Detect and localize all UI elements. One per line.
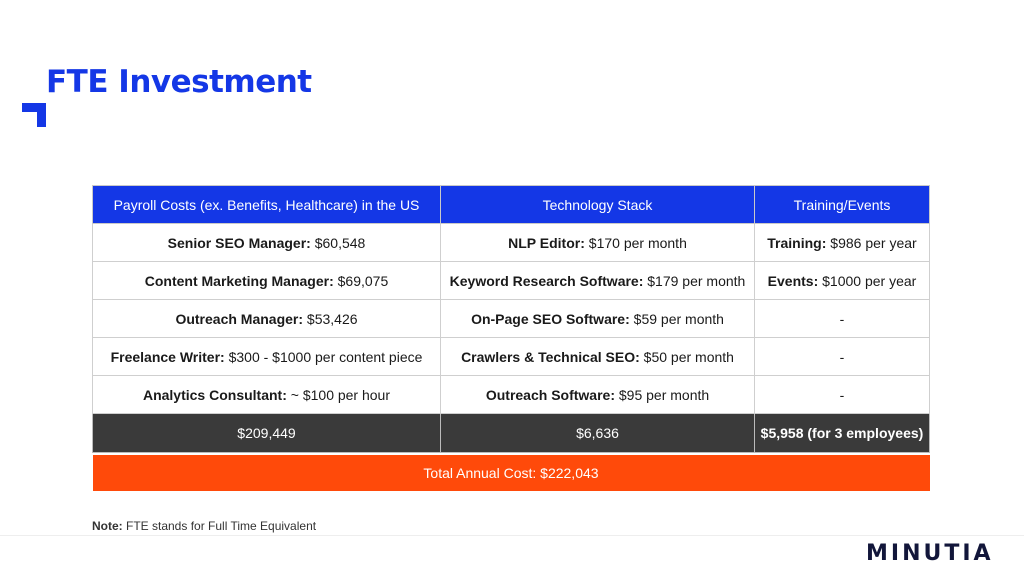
table-cell: NLP Editor: $170 per month (440, 223, 755, 262)
table-cell: Content Marketing Manager: $69,075 (92, 261, 441, 300)
table-cell: Freelance Writer: $300 - $1000 per conte… (92, 337, 441, 376)
table-cell: Analytics Consultant: ~ $100 per hour (92, 375, 441, 414)
total-annual-cost: Total Annual Cost: $222,043 (92, 455, 930, 491)
subtotal-technology: $6,636 (440, 413, 755, 453)
table-cell: - (754, 337, 930, 376)
header-training-events: Training/Events (754, 185, 930, 224)
subtotal-row: $209,449 $6,636 $5,958 (for 3 employees) (92, 413, 930, 453)
footnote: Note: FTE stands for Full Time Equivalen… (92, 519, 317, 533)
table-row: Senior SEO Manager: $60,548 NLP Editor: … (92, 223, 930, 262)
table-cell: Senior SEO Manager: $60,548 (92, 223, 441, 262)
table-cell: Training: $986 per year (754, 223, 930, 262)
table-cell: - (754, 299, 930, 338)
table-row: Outreach Manager: $53,426 On-Page SEO So… (92, 299, 930, 338)
table-row: Analytics Consultant: ~ $100 per hour Ou… (92, 375, 930, 414)
header-payroll-costs: Payroll Costs (ex. Benefits, Healthcare)… (92, 185, 441, 224)
subtotal-training: $5,958 (for 3 employees) (754, 413, 930, 453)
table-cell: Crawlers & Technical SEO: $50 per month (440, 337, 755, 376)
total-row: Total Annual Cost: $222,043 (92, 455, 930, 491)
table-row: Freelance Writer: $300 - $1000 per conte… (92, 337, 930, 376)
fte-investment-table: Payroll Costs (ex. Benefits, Healthcare)… (92, 185, 930, 491)
brand-logo: MINUTIA (866, 541, 994, 566)
table-header-row: Payroll Costs (ex. Benefits, Healthcare)… (92, 185, 930, 224)
footer-divider (0, 535, 1024, 536)
table-row: Content Marketing Manager: $69,075 Keywo… (92, 261, 930, 300)
page-title: FTE Investment (46, 64, 312, 100)
table-cell: On-Page SEO Software: $59 per month (440, 299, 755, 338)
corner-bracket-logo-mark (22, 103, 46, 127)
header-technology-stack: Technology Stack (440, 185, 755, 224)
table-cell: Keyword Research Software: $179 per mont… (440, 261, 755, 300)
subtotal-payroll: $209,449 (92, 413, 441, 453)
table-cell: Outreach Software: $95 per month (440, 375, 755, 414)
table-cell: - (754, 375, 930, 414)
table-cell: Outreach Manager: $53,426 (92, 299, 441, 338)
table-cell: Events: $1000 per year (754, 261, 930, 300)
